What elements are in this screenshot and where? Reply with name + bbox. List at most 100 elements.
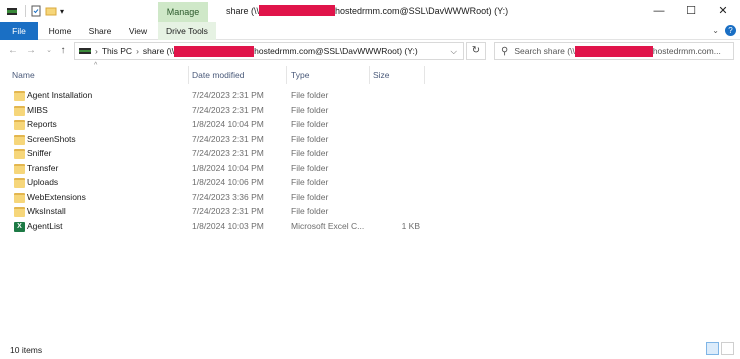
- search-input[interactable]: ⚲ Search share (\\ hostedrmm.com...: [494, 42, 734, 60]
- file-type: File folder: [291, 133, 329, 144]
- breadcrumb-share-suffix[interactable]: hostedrmm.com@SSL\DavWWWRoot) (Y:): [254, 46, 418, 56]
- folder-icon: [14, 163, 25, 174]
- file-name: WebExtensions: [27, 191, 86, 202]
- breadcrumb-share-prefix[interactable]: share (\\: [143, 46, 174, 56]
- file-name: Sniffer: [27, 148, 52, 158]
- file-type: File folder: [291, 162, 329, 173]
- file-date-modified: 7/24/2023 2:31 PM: [192, 133, 264, 144]
- file-row[interactable]: X AgentList 1/8/2024 10:03 PM Microsoft Exc…: [12, 220, 432, 235]
- file-date-modified: 1/8/2024 10:03 PM: [192, 220, 264, 231]
- file-row[interactable]: ScreenShots 7/24/2023 2:31 PM File folder: [12, 133, 432, 148]
- file-name: Uploads: [27, 177, 59, 187]
- file-name: Agent Installation: [27, 90, 93, 100]
- file-date-modified: 7/24/2023 2:31 PM: [192, 104, 264, 115]
- folder-icon: [14, 120, 25, 130]
- back-arrow-icon[interactable]: ←: [6, 44, 20, 58]
- ribbon-controls: ⌄ ?: [712, 25, 736, 36]
- refresh-button[interactable]: ↻: [466, 42, 486, 60]
- redaction-bar: [259, 5, 336, 16]
- column-divider[interactable]: [424, 66, 425, 84]
- file-row[interactable]: WksInstall 7/24/2023 2:31 PM File folder: [12, 205, 432, 220]
- breadcrumb-this-pc[interactable]: This PC: [102, 46, 132, 56]
- file-row[interactable]: MIBS 7/24/2023 2:31 PM File folder: [12, 104, 432, 119]
- column-divider[interactable]: [188, 66, 189, 84]
- file-row[interactable]: WebExtensions 7/24/2023 3:36 PM File folde…: [12, 191, 432, 206]
- column-header-date[interactable]: Date modified: [192, 66, 244, 84]
- large-icons-view-icon[interactable]: [721, 342, 734, 355]
- file-row[interactable]: Sniffer 7/24/2023 2:31 PM File folder: [12, 147, 432, 162]
- sort-ascending-icon: ^: [94, 62, 98, 69]
- tab-home[interactable]: Home: [44, 22, 76, 40]
- tab-file[interactable]: File: [0, 22, 38, 40]
- recent-locations-icon[interactable]: ⌄: [42, 44, 56, 58]
- folder-icon: [14, 91, 25, 101]
- file-type: File folder: [291, 177, 329, 187]
- window-title-suffix: hostedrmm.com@SSL\DavWWWRoot) (Y:): [335, 5, 509, 16]
- column-divider[interactable]: [369, 66, 370, 84]
- excel-icon: X: [14, 221, 25, 232]
- forward-arrow-icon[interactable]: →: [24, 44, 38, 58]
- column-divider[interactable]: [286, 66, 287, 84]
- tab-view[interactable]: View: [124, 22, 152, 40]
- address-bar[interactable]: › This PC › share (\\ hostedrmm.com@SSL\…: [74, 42, 464, 60]
- folder-icon: [14, 192, 25, 203]
- file-row[interactable]: Transfer 1/8/2024 10:04 PM File folder: [12, 162, 432, 177]
- tab-drive-tools[interactable]: Drive Tools: [158, 22, 216, 40]
- drive-icon: [79, 48, 91, 54]
- column-header-size[interactable]: Size: [373, 66, 390, 84]
- expand-ribbon-icon[interactable]: ⌄: [712, 26, 719, 35]
- breadcrumb-separator: ›: [95, 46, 98, 56]
- customize-toolbar-icon[interactable]: ▾: [60, 4, 64, 18]
- status-item-count: 10 items: [10, 345, 43, 355]
- file-date-modified: 1/8/2024 10:06 PM: [192, 177, 264, 187]
- search-placeholder-prefix: Search share (\\: [514, 46, 575, 56]
- folder-icon: [14, 149, 25, 159]
- file-date-modified: 7/24/2023 3:36 PM: [192, 191, 264, 202]
- file-type: File folder: [291, 90, 329, 100]
- file-date-modified: 1/8/2024 10:04 PM: [192, 162, 264, 173]
- details-view-icon[interactable]: [706, 342, 719, 355]
- file-row[interactable]: Uploads 1/8/2024 10:06 PM File folder: [12, 176, 432, 191]
- file-date-modified: 7/24/2023 2:31 PM: [192, 206, 264, 216]
- tab-manage[interactable]: Manage: [158, 2, 208, 22]
- column-header-type[interactable]: Type: [291, 66, 309, 84]
- app-icon[interactable]: [6, 4, 18, 18]
- view-buttons: [706, 342, 734, 355]
- redaction-bar: [174, 45, 255, 57]
- column-header-name[interactable]: Name: [12, 66, 35, 84]
- file-type: File folder: [291, 119, 329, 129]
- search-placeholder-suffix: hostedrmm.com...: [652, 46, 721, 56]
- file-row[interactable]: Reports 1/8/2024 10:04 PM File folder: [12, 118, 432, 133]
- help-icon[interactable]: ?: [725, 25, 736, 36]
- window-title: share (\\ hostedrmm.com@SSL\DavWWWRoot) …: [226, 5, 508, 16]
- file-type: File folder: [291, 191, 329, 202]
- folder-icon: [14, 178, 25, 188]
- folder-icon: [14, 134, 25, 145]
- file-type: File folder: [291, 104, 329, 115]
- tab-share[interactable]: Share: [84, 22, 116, 40]
- redaction-bar: [574, 45, 653, 57]
- file-type: Microsoft Excel C...: [291, 220, 365, 231]
- file-name: Transfer: [27, 162, 59, 173]
- file-row[interactable]: Agent Installation 7/24/2023 2:31 PM File …: [12, 89, 432, 104]
- file-date-modified: 7/24/2023 2:31 PM: [192, 90, 264, 100]
- file-date-modified: 7/24/2023 2:31 PM: [192, 148, 264, 158]
- address-dropdown-icon[interactable]: ⌵: [451, 46, 457, 57]
- close-button[interactable]: ✕: [702, 0, 740, 22]
- file-name: Reports: [27, 119, 57, 129]
- file-size: 1 KB: [401, 220, 420, 231]
- folder-icon: [14, 207, 25, 217]
- folder-icon: [14, 105, 25, 116]
- up-arrow-icon[interactable]: ↑: [56, 44, 70, 58]
- ribbon: File Home Share View Drive Tools ⌄ ?: [0, 22, 740, 40]
- window-title-prefix: share (\\: [226, 5, 260, 16]
- file-name: WksInstall: [27, 206, 66, 216]
- search-icon: ⚲: [501, 45, 509, 57]
- title-bar: ▾ Manage share (\\ hostedrmm.com@SSL\Dav…: [0, 0, 740, 22]
- new-folder-icon[interactable]: [45, 4, 57, 18]
- file-name: MIBS: [27, 104, 48, 115]
- file-date-modified: 1/8/2024 10:04 PM: [192, 119, 264, 129]
- properties-icon[interactable]: [30, 4, 42, 18]
- file-name: AgentList: [27, 220, 63, 231]
- divider: [25, 5, 26, 17]
